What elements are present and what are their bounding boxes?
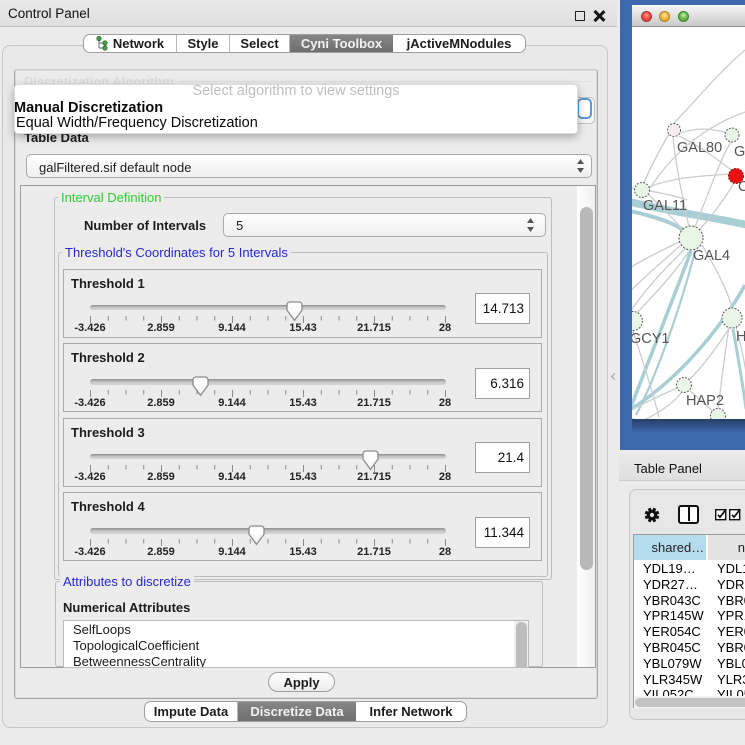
svg-text:HAP2: HAP2 bbox=[686, 393, 724, 409]
svg-text:GAL4: GAL4 bbox=[693, 248, 730, 264]
svg-text:GCY1: GCY1 bbox=[632, 331, 670, 347]
svg-text:GAL11: GAL11 bbox=[643, 198, 687, 214]
svg-text:GAL80: GAL80 bbox=[677, 140, 722, 156]
svg-text:HA: HA bbox=[736, 329, 745, 345]
svg-text:GA: GA bbox=[734, 144, 745, 160]
svg-text:CY: CY bbox=[738, 179, 745, 195]
